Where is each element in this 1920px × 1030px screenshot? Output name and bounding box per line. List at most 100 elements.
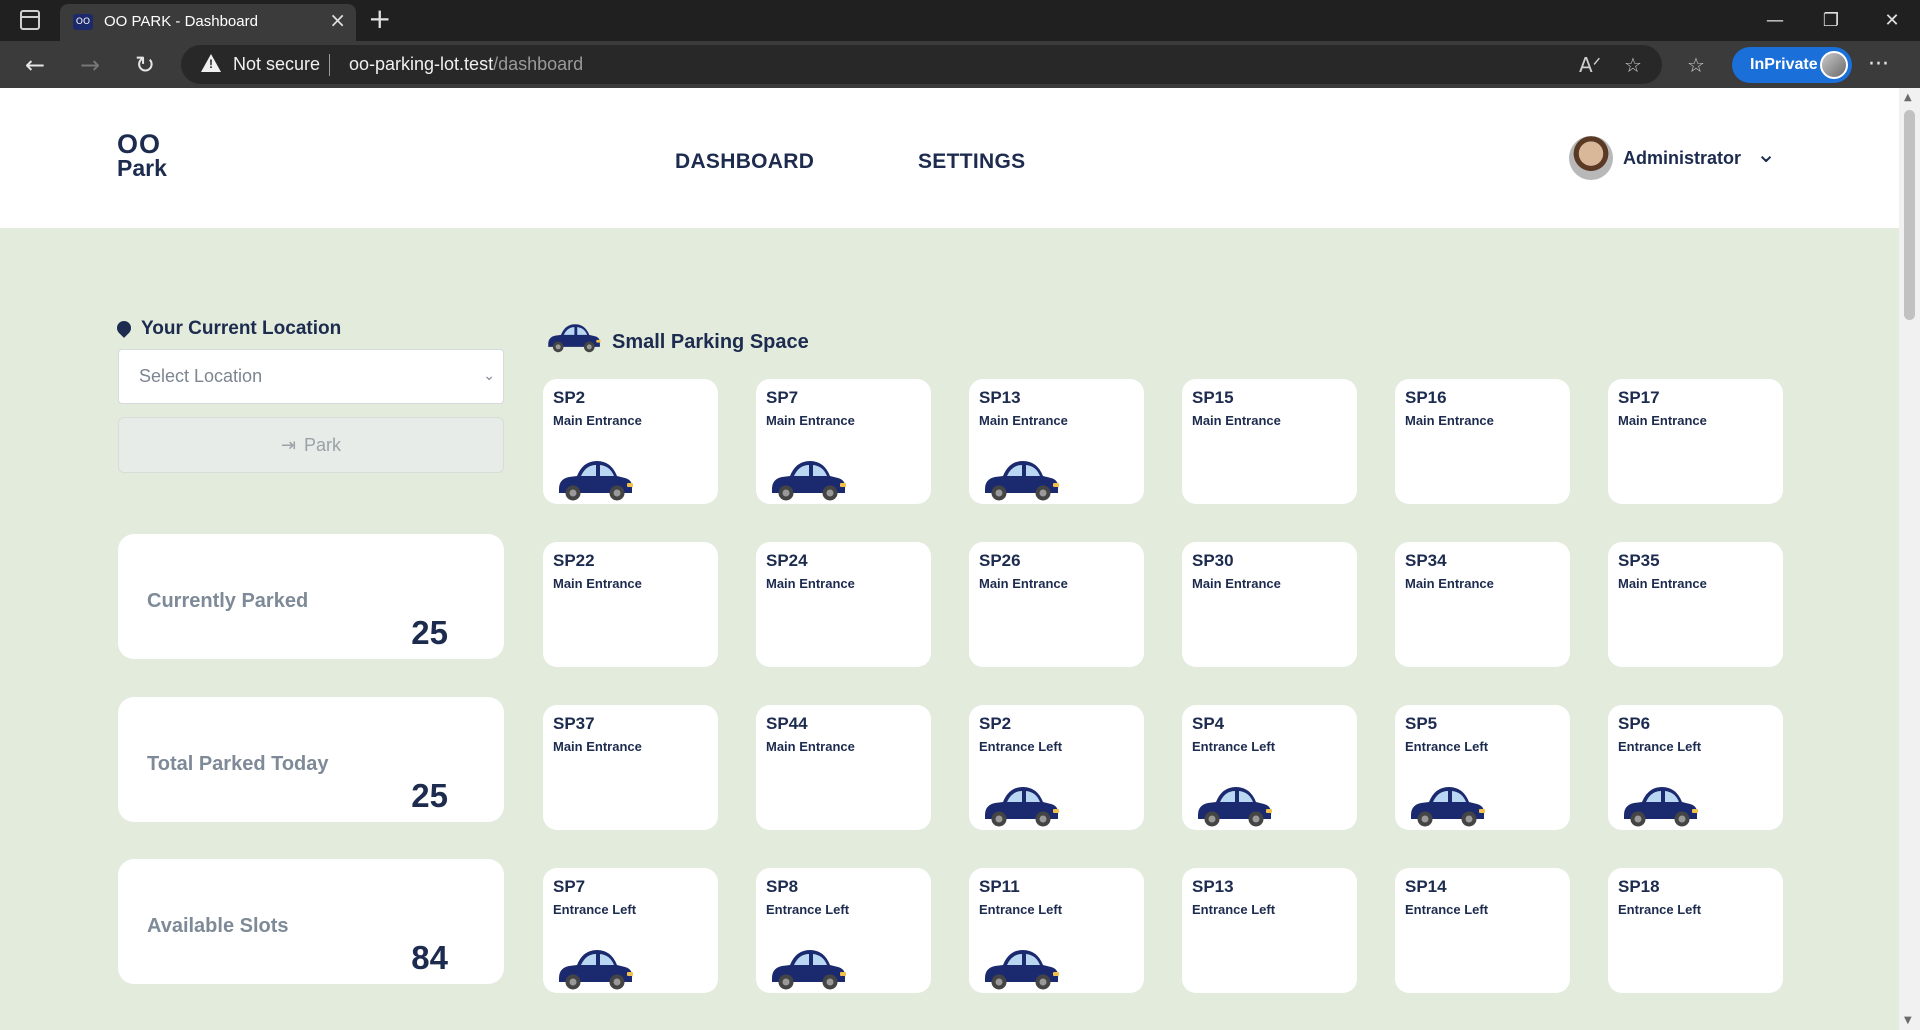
slot-location: Main Entrance xyxy=(766,413,855,428)
close-window-icon[interactable]: ✕ xyxy=(1864,0,1920,41)
parking-slot-card[interactable]: SP4 Entrance Left xyxy=(1182,705,1357,830)
favorites-icon[interactable]: ☆ xyxy=(1687,53,1705,77)
car-icon xyxy=(553,944,635,997)
location-select[interactable]: Select Location ⌄ xyxy=(118,349,504,404)
url-host: oo-parking-lot.test xyxy=(349,54,494,74)
slot-location: Main Entrance xyxy=(1405,413,1494,428)
app-header: OO Park DASHBOARD SETTINGS Administrator… xyxy=(0,88,1899,228)
parking-slot-card[interactable]: SP6 Entrance Left xyxy=(1608,705,1783,830)
nav-dashboard[interactable]: DASHBOARD xyxy=(675,150,814,174)
url-text[interactable]: oo-parking-lot.test/dashboard xyxy=(349,54,583,75)
parking-slot-card[interactable]: SP18 Entrance Left xyxy=(1608,868,1783,993)
parking-slot-card[interactable]: SP22 Main Entrance xyxy=(543,542,718,667)
slot-location: Main Entrance xyxy=(1618,413,1707,428)
parking-slot-card[interactable]: SP14 Entrance Left xyxy=(1395,868,1570,993)
car-icon xyxy=(766,944,848,997)
parking-slot-card[interactable]: SP35 Main Entrance xyxy=(1608,542,1783,667)
back-icon[interactable]: ← xyxy=(17,47,53,83)
parking-slot-card[interactable]: SP44 Main Entrance xyxy=(756,705,931,830)
restore-icon[interactable]: ❐ xyxy=(1803,0,1859,41)
slot-code: SP35 xyxy=(1618,551,1660,570)
new-tab-icon[interactable]: + xyxy=(368,2,391,35)
chevron-down-icon[interactable]: ⌄ xyxy=(1756,140,1776,168)
warning-icon[interactable] xyxy=(201,54,221,72)
car-icon xyxy=(979,944,1061,997)
car-icon xyxy=(1405,781,1487,834)
nav-settings[interactable]: SETTINGS xyxy=(918,150,1025,174)
parking-slot-card[interactable]: SP30 Main Entrance xyxy=(1182,542,1357,667)
user-name[interactable]: Administrator xyxy=(1623,148,1741,169)
stat-value: 84 xyxy=(411,939,448,976)
scroll-up-icon[interactable]: ▲ xyxy=(1904,92,1912,103)
slot-code: SP11 xyxy=(979,877,1020,896)
slot-code: SP34 xyxy=(1405,551,1447,570)
parking-slot-card[interactable]: SP17 Main Entrance xyxy=(1608,379,1783,504)
parking-slot-card[interactable]: SP34 Main Entrance xyxy=(1395,542,1570,667)
parking-slot-card[interactable]: SP15 Main Entrance xyxy=(1182,379,1357,504)
parking-slot-card[interactable]: SP7 Main Entrance xyxy=(756,379,931,504)
car-icon xyxy=(548,324,601,353)
scroll-down-icon[interactable]: ▼ xyxy=(1904,1015,1912,1026)
slot-location: Entrance Left xyxy=(766,902,850,917)
slot-code: SP5 xyxy=(1405,714,1438,733)
parking-slot-card[interactable]: SP2 Entrance Left xyxy=(969,705,1144,830)
close-tab-icon[interactable]: × xyxy=(329,10,346,30)
minimize-icon[interactable]: — xyxy=(1747,0,1803,41)
security-label[interactable]: Not secure xyxy=(233,54,320,75)
page-content: OO Park DASHBOARD SETTINGS Administrator… xyxy=(0,88,1899,1030)
logo-line1: OO xyxy=(117,129,162,159)
read-aloud-icon[interactable]: Aᐟ xyxy=(1579,53,1601,77)
stat-card-currently-parked: Currently Parked 25 xyxy=(118,534,504,659)
parking-slot-card[interactable]: SP5 Entrance Left xyxy=(1395,705,1570,830)
refresh-icon[interactable]: ↻ xyxy=(127,47,163,83)
section-title-text: Small Parking Space xyxy=(612,331,809,353)
browser-tab[interactable]: OO OO PARK - Dashboard × xyxy=(60,4,356,41)
car-icon xyxy=(553,455,635,508)
parking-slot-card[interactable]: SP16 Main Entrance xyxy=(1395,379,1570,504)
logo-line2: Park xyxy=(117,155,167,181)
stat-label: Available Slots xyxy=(147,915,289,937)
inprivate-button[interactable]: InPrivate xyxy=(1732,47,1852,83)
location-select-value: Select Location xyxy=(139,366,263,386)
address-bar[interactable]: Not secure oo-parking-lot.test/dashboard… xyxy=(181,45,1662,84)
car-icon xyxy=(1618,781,1700,834)
profile-avatar xyxy=(1820,51,1848,79)
parking-slot-card[interactable]: SP11 Entrance Left xyxy=(969,868,1144,993)
app-logo[interactable]: OO Park xyxy=(117,129,167,181)
location-label: Your Current Location xyxy=(114,318,342,340)
scrollbar-thumb[interactable] xyxy=(1904,110,1915,320)
user-avatar[interactable] xyxy=(1569,136,1613,180)
parking-slot-card[interactable]: SP7 Entrance Left xyxy=(543,868,718,993)
slot-code: SP30 xyxy=(1192,551,1234,570)
parking-slot-card[interactable]: SP8 Entrance Left xyxy=(756,868,931,993)
forward-icon[interactable]: → xyxy=(72,47,108,83)
more-options-icon[interactable]: ··· xyxy=(1868,47,1889,83)
parking-slot-grid: SP2 Main Entrance SP7 Main Entrance SP13 Main… xyxy=(543,379,1783,993)
parking-slot-card[interactable]: SP13 Main Entrance xyxy=(969,379,1144,504)
stat-label: Currently Parked xyxy=(147,590,309,612)
location-label-text: Your Current Location xyxy=(141,318,342,339)
slot-location: Entrance Left xyxy=(1405,739,1489,754)
slot-code: SP4 xyxy=(1192,714,1225,733)
car-icon xyxy=(979,455,1061,508)
parking-slot-card[interactable]: SP37 Main Entrance xyxy=(543,705,718,830)
slot-location: Entrance Left xyxy=(1405,902,1489,917)
slot-location: Main Entrance xyxy=(1618,576,1707,591)
slot-location: Main Entrance xyxy=(979,576,1068,591)
slot-code: SP26 xyxy=(979,551,1021,570)
parking-slot-card[interactable]: SP26 Main Entrance xyxy=(969,542,1144,667)
parking-slot-card[interactable]: SP2 Main Entrance xyxy=(543,379,718,504)
add-favorite-icon[interactable]: ☆ xyxy=(1624,53,1642,77)
favicon-icon: OO xyxy=(73,14,93,30)
slot-code: SP7 xyxy=(766,388,799,407)
park-button[interactable]: ⇥ Park xyxy=(118,417,504,473)
parking-slot-card[interactable]: SP24 Main Entrance xyxy=(756,542,931,667)
parking-slot-card[interactable]: SP13 Entrance Left xyxy=(1182,868,1357,993)
page-scrollbar[interactable]: ▲ ▼ xyxy=(1899,88,1920,1030)
slot-location: Main Entrance xyxy=(979,413,1068,428)
slot-code: SP15 xyxy=(1192,388,1234,407)
slot-location: Main Entrance xyxy=(1192,413,1281,428)
slot-location: Entrance Left xyxy=(1192,739,1276,754)
tab-actions-icon[interactable] xyxy=(20,10,40,30)
browser-titlebar: OO OO PARK - Dashboard × + — ❐ ✕ xyxy=(0,0,1920,41)
